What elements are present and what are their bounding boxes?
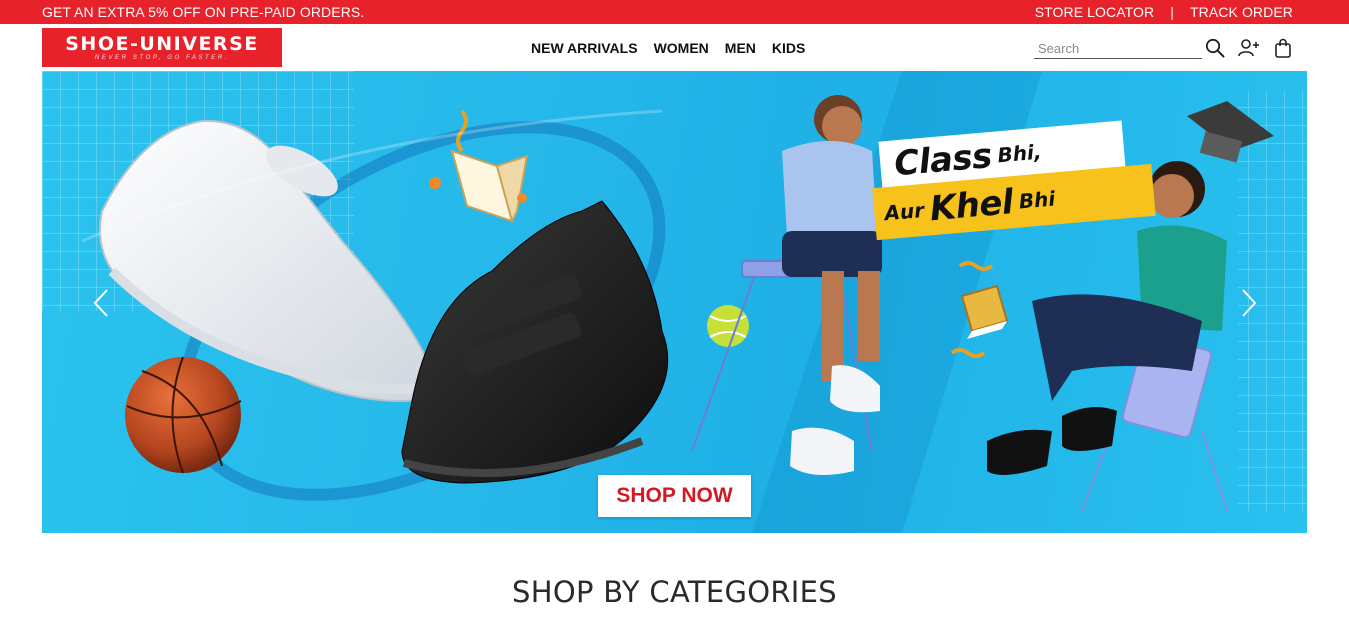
search-icon[interactable] bbox=[1204, 37, 1226, 59]
brand-tagline: NEVER STOP, GO FASTER. bbox=[94, 54, 230, 61]
shopping-bag-icon[interactable] bbox=[1272, 37, 1294, 59]
brand-logo[interactable]: SHOE-UNIVERSE NEVER STOP, GO FASTER. bbox=[42, 28, 282, 67]
search-input[interactable] bbox=[1034, 39, 1202, 59]
nav-kids[interactable]: KIDS bbox=[772, 40, 805, 56]
promo-links: STORE LOCATOR | TRACK ORDER bbox=[1035, 4, 1293, 20]
store-locator-link[interactable]: STORE LOCATOR bbox=[1035, 4, 1155, 20]
nav-men[interactable]: MEN bbox=[725, 40, 756, 56]
headline-word-khel: Khel bbox=[928, 182, 1015, 230]
carousel-prev-icon[interactable] bbox=[86, 285, 116, 321]
nav-women[interactable]: WOMEN bbox=[654, 40, 709, 56]
promo-message: GET AN EXTRA 5% OFF ON PRE-PAID ORDERS. bbox=[42, 4, 365, 20]
black-shoe-image bbox=[401, 200, 669, 484]
shop-now-button[interactable]: SHOP NOW bbox=[598, 475, 751, 517]
headline-word-bhi-1: Bhi, bbox=[996, 139, 1043, 168]
nav-new-arrivals[interactable]: NEW ARRIVALS bbox=[531, 40, 638, 56]
hero-banner[interactable]: Class Bhi, Aur Khel Bhi SHOP NOW bbox=[42, 71, 1307, 533]
basketball-image bbox=[125, 356, 242, 474]
main-nav: NEW ARRIVALS WOMEN MEN KIDS bbox=[531, 40, 805, 56]
hero-headline: Class Bhi, Aur Khel Bhi bbox=[872, 120, 1156, 241]
headline-word-bhi-2: Bhi bbox=[1017, 186, 1057, 214]
headline-word-aur: Aur bbox=[883, 197, 925, 226]
track-order-link[interactable]: TRACK ORDER bbox=[1190, 4, 1293, 20]
closed-book-image bbox=[960, 284, 1009, 339]
headline-word-class: Class bbox=[892, 135, 994, 185]
open-book-image bbox=[450, 149, 529, 224]
section-title: SHOP BY CATEGORIES bbox=[512, 575, 837, 609]
add-user-icon[interactable] bbox=[1238, 37, 1260, 59]
carousel-next-icon[interactable] bbox=[1234, 285, 1264, 321]
promo-bar: GET AN EXTRA 5% OFF ON PRE-PAID ORDERS. … bbox=[0, 0, 1349, 24]
promo-separator: | bbox=[1170, 4, 1174, 20]
brand-name: SHOE-UNIVERSE bbox=[65, 32, 259, 55]
site-header: SHOE-UNIVERSE NEVER STOP, GO FASTER. NEW… bbox=[0, 24, 1349, 71]
